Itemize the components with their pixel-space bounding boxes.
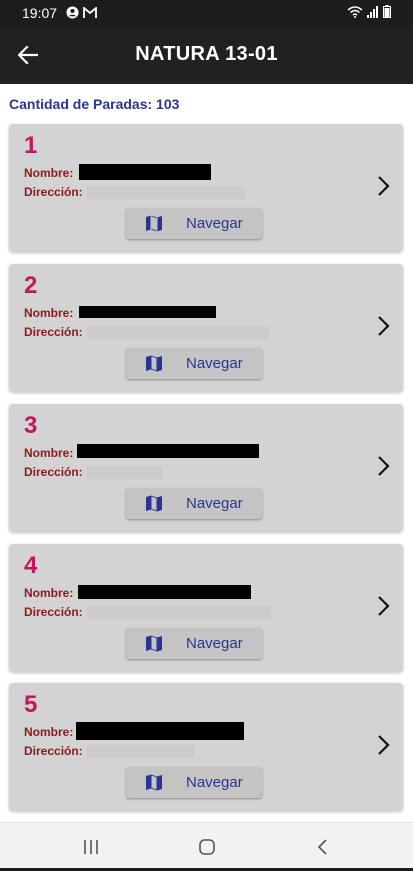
redacted-address: [87, 745, 195, 758]
back-icon[interactable]: [311, 837, 335, 857]
chevron-right-icon[interactable]: [375, 454, 393, 478]
name-label: Nombre:: [24, 725, 74, 739]
stop-card-3[interactable]: 3 Nombre: Dirección: Navegar: [9, 404, 403, 532]
gmail-icon: [83, 6, 97, 18]
stops-count: Cantidad de Paradas: 103: [9, 96, 180, 112]
redacted-address: [87, 606, 271, 619]
redacted-name: [76, 722, 244, 740]
redacted-address: [87, 466, 163, 479]
name-label: Nombre:: [24, 586, 74, 600]
navigate-button[interactable]: Navegar: [126, 348, 262, 379]
status-bar: 19:07: [0, 0, 413, 26]
navigate-label: Navegar: [186, 215, 243, 232]
stop-number: 5: [24, 691, 38, 718]
stop-number: 1: [24, 132, 38, 159]
address-label: Dirección:: [24, 744, 83, 758]
stop-card-1[interactable]: 1 Nombre: Dirección: Navegar: [9, 124, 403, 252]
chevron-right-icon[interactable]: [375, 174, 393, 198]
redacted-address: [87, 186, 245, 199]
map-icon: [146, 355, 162, 372]
address-label: Dirección:: [24, 325, 83, 339]
navigate-button[interactable]: Navegar: [126, 628, 262, 659]
navigate-label: Navegar: [186, 635, 243, 652]
system-nav-bar: [0, 822, 413, 871]
name-label: Nombre:: [24, 446, 74, 460]
navigate-button[interactable]: Navegar: [126, 488, 262, 519]
chevron-right-icon[interactable]: [375, 733, 393, 757]
stop-card-5[interactable]: 5 Nombre: Dirección: Navegar: [9, 683, 403, 811]
redacted-name: [77, 444, 259, 458]
name-label: Nombre:: [24, 166, 74, 180]
signal-icon: [367, 5, 378, 18]
recents-icon[interactable]: [79, 837, 103, 857]
address-label: Dirección:: [24, 465, 83, 479]
map-icon: [146, 495, 162, 512]
navigate-label: Navegar: [186, 774, 243, 791]
stops-list[interactable]: Cantidad de Paradas: 103 1 Nombre: Direc…: [0, 84, 413, 822]
page-title: NATURA 13-01: [135, 43, 278, 65]
stop-card-2[interactable]: 2 Nombre: Dirección: Navegar: [9, 264, 403, 392]
stop-card-4[interactable]: 4 Nombre: Dirección: Navegar: [9, 544, 403, 672]
app-bar: NATURA 13-01: [0, 26, 413, 84]
address-label: Dirección:: [24, 605, 83, 619]
map-icon: [146, 215, 162, 232]
stop-number: 3: [24, 412, 38, 439]
account-circle-icon: [66, 6, 79, 19]
navigate-label: Navegar: [186, 495, 243, 512]
map-icon: [146, 774, 162, 791]
chevron-right-icon[interactable]: [375, 594, 393, 618]
redacted-address: [87, 326, 269, 339]
redacted-name: [79, 164, 211, 180]
battery-icon: [383, 5, 391, 18]
stop-number: 2: [24, 272, 38, 299]
navigate-label: Navegar: [186, 355, 243, 372]
address-label: Dirección:: [24, 185, 83, 199]
status-icons-right: [347, 5, 391, 18]
home-icon[interactable]: [195, 837, 219, 857]
navigate-button[interactable]: Navegar: [126, 767, 262, 798]
name-label: Nombre:: [24, 306, 74, 320]
map-icon: [146, 635, 162, 652]
chevron-right-icon[interactable]: [375, 314, 393, 338]
redacted-name: [78, 585, 251, 599]
wifi-icon: [347, 6, 363, 18]
status-time: 19:07: [22, 5, 58, 21]
status-icons-left: [66, 6, 97, 19]
redacted-name: [79, 306, 216, 318]
navigate-button[interactable]: Navegar: [126, 208, 262, 239]
stop-number: 4: [24, 552, 38, 579]
